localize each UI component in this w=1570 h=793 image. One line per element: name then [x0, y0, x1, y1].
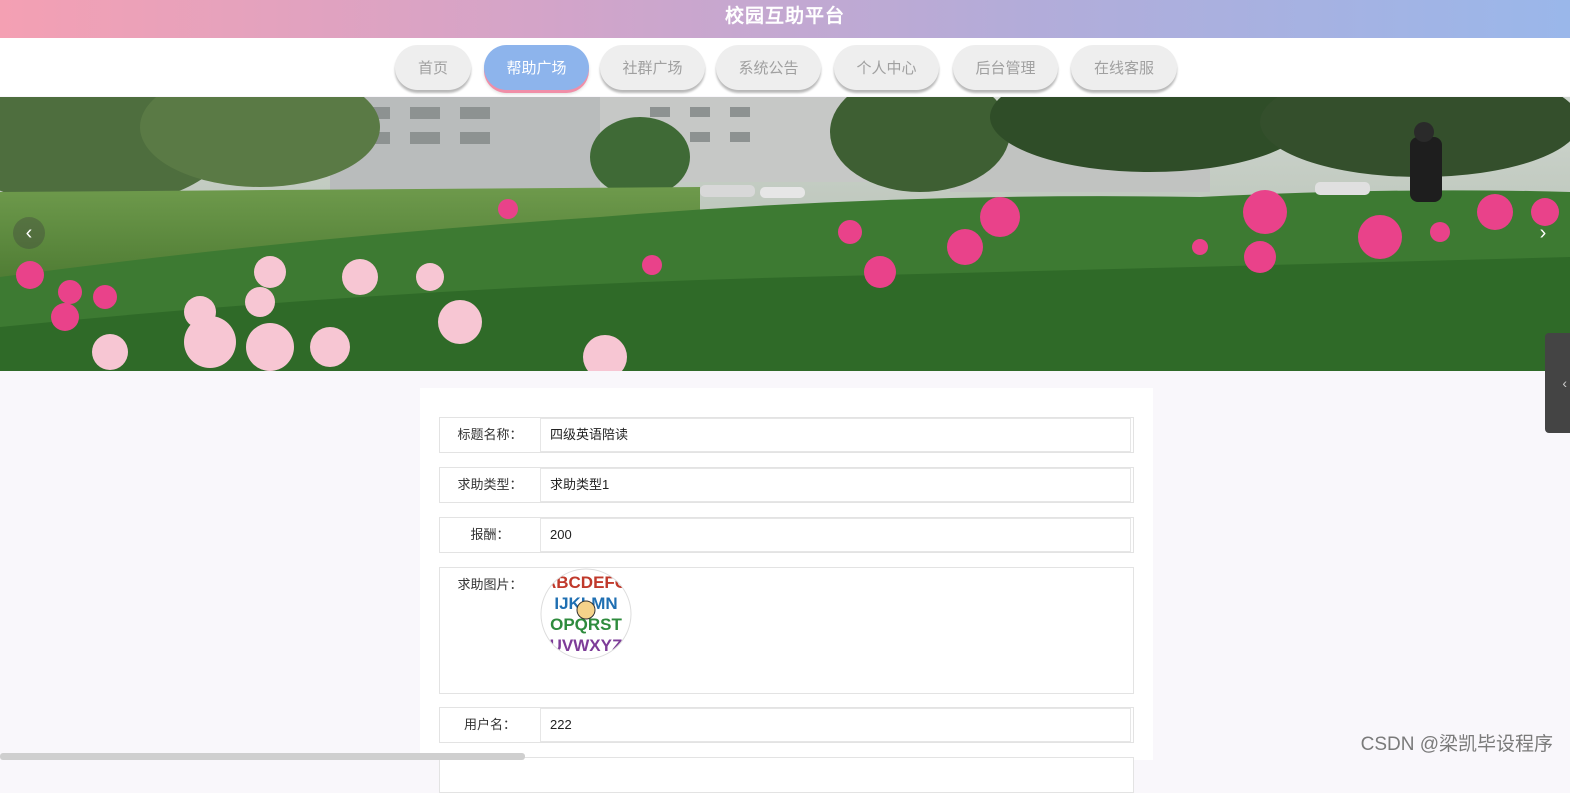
alphabet-line: ABCDEFG — [544, 573, 628, 592]
banner-carousel: ‹ › — [0, 97, 1570, 371]
site-title: 校园互助平台 — [724, 6, 845, 27]
nav-item-admin[interactable]: 后台管理 — [953, 45, 1058, 90]
field-row-help-type: 求助类型： 求助类型1 — [439, 467, 1134, 503]
carousel-prev-button[interactable]: ‹ — [13, 217, 45, 249]
field-row-help-image: 求助图片： ABCDEFG IJKLMN OPQRST UVWXYZ — [439, 567, 1134, 694]
field-label: 报酬： — [470, 527, 510, 542]
field-label: 用户名： — [463, 717, 516, 732]
chevron-right-icon: › — [1539, 221, 1547, 244]
banner-image — [0, 97, 1570, 371]
horizontal-scrollbar[interactable] — [0, 753, 525, 760]
username-value: 222 — [540, 708, 1131, 742]
nav-item-community-square[interactable]: 社群广场 — [600, 45, 705, 90]
field-label: 求助图片： — [457, 577, 523, 592]
nav-item-personal-center[interactable]: 个人中心 — [834, 45, 939, 90]
chevron-left-icon: ‹ — [25, 221, 33, 244]
side-toolbar-toggle[interactable]: ‹ — [1545, 333, 1570, 433]
carousel-next-button[interactable]: › — [1527, 217, 1559, 249]
help-type-value: 求助类型1 — [540, 468, 1131, 502]
field-row-username: 用户名： 222 — [439, 707, 1134, 743]
help-image-thumbnail[interactable]: ABCDEFG IJKLMN OPQRST UVWXYZ — [540, 568, 632, 660]
title-value: 四级英语陪读 — [540, 418, 1131, 452]
field-label: 求助类型： — [457, 477, 523, 492]
reward-value: 200 — [540, 518, 1131, 552]
nav-item-help-square[interactable]: 帮助广场 — [484, 45, 589, 90]
nav-item-home[interactable]: 首页 — [395, 45, 471, 90]
field-label: 标题名称： — [457, 427, 523, 442]
site-header: 校园互助平台 — [0, 0, 1570, 38]
field-row-reward: 报酬： 200 — [439, 517, 1134, 553]
chevron-left-icon: ‹ — [1562, 375, 1567, 391]
watermark: CSDN @梁凯毕设程序 — [1360, 734, 1553, 755]
main-nav: 首页 帮助广场 社群广场 系统公告 个人中心 后台管理 在线客服 — [0, 38, 1570, 96]
field-row-next — [439, 757, 1134, 793]
help-detail-panel: 标题名称： 四级英语陪读 求助类型： 求助类型1 报酬： 200 求助图片： A… — [420, 388, 1153, 793]
nav-item-announcements[interactable]: 系统公告 — [716, 45, 821, 90]
nav-item-online-service[interactable]: 在线客服 — [1071, 45, 1177, 90]
field-row-title: 标题名称： 四级英语陪读 — [439, 417, 1134, 453]
alphabet-line: UVWXYZ — [550, 636, 623, 655]
